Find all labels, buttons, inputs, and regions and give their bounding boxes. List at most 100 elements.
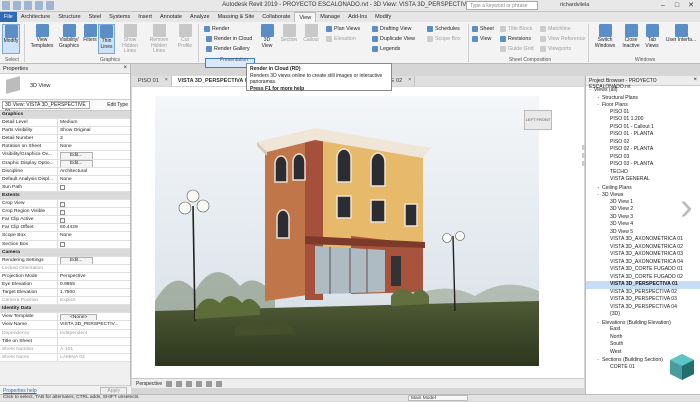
modify-button[interactable]: Modify bbox=[2, 24, 20, 54]
menu-tab-analyze[interactable]: Analyze bbox=[186, 12, 214, 22]
schedules-button[interactable]: Schedules bbox=[427, 26, 460, 32]
property-edit-button[interactable]: Edit... bbox=[60, 151, 93, 159]
tab-views-button[interactable]: Tab Views bbox=[643, 24, 661, 49]
user-interface-button[interactable]: User Interfa... bbox=[664, 24, 698, 44]
property-value[interactable]: 60.4429 bbox=[58, 224, 130, 231]
property-value[interactable]: Edit... bbox=[58, 151, 130, 159]
browser-tree-item[interactable]: − Floor Plans bbox=[586, 101, 700, 109]
close-icon[interactable]: × bbox=[693, 77, 697, 83]
property-value[interactable]: Architectural bbox=[58, 168, 130, 175]
menu-tab-systems[interactable]: Systems bbox=[105, 12, 134, 22]
view-instance-dropdown[interactable]: 3D View: VISTA 3D_PERSPECTIVE 01 bbox=[2, 101, 90, 115]
menu-tab-collaborate[interactable]: Collaborate bbox=[258, 12, 294, 22]
property-value[interactable]: Medium bbox=[58, 119, 130, 126]
property-value[interactable]: Edit... bbox=[58, 160, 130, 167]
user-name[interactable]: richardvilela bbox=[560, 2, 589, 8]
legends-button[interactable]: Legends bbox=[372, 46, 400, 52]
render-dialog-icon[interactable] bbox=[196, 380, 203, 387]
browser-tree-item[interactable]: VISTA 3D_AXONOMETRICA 02 bbox=[586, 244, 700, 252]
cut-profile-button[interactable]: Cut Profile bbox=[174, 24, 196, 49]
property-value[interactable] bbox=[58, 208, 130, 215]
matchline-button[interactable]: Matchline bbox=[540, 26, 571, 32]
property-edit-button[interactable]: <None> bbox=[60, 313, 98, 321]
property-value[interactable]: Edit... bbox=[58, 257, 130, 264]
browser-tree-item[interactable]: PISO 03 - PLANTA bbox=[586, 161, 700, 169]
property-value[interactable] bbox=[58, 241, 130, 248]
property-value[interactable]: 3 bbox=[58, 135, 130, 142]
plan-views-button[interactable]: Plan Views bbox=[326, 26, 360, 32]
property-value[interactable]: <None> bbox=[58, 313, 130, 321]
browser-tree-item[interactable]: East bbox=[586, 326, 700, 334]
shadows-icon[interactable] bbox=[186, 380, 193, 387]
property-edit-button[interactable]: Edit... bbox=[60, 160, 93, 167]
browser-tree-item[interactable]: PISO 01 - PLANTA bbox=[586, 131, 700, 139]
browser-tree-item[interactable]: PISO 02 bbox=[586, 139, 700, 147]
browser-tree-item[interactable]: VISTA 3D_PERSPECTIVA 03 bbox=[586, 296, 700, 304]
crop-view-icon[interactable] bbox=[206, 380, 213, 387]
menu-tab-massing-site[interactable]: Massing & Site bbox=[214, 12, 259, 22]
property-value[interactable]: VISTA 3D_PERSPECTIV... bbox=[58, 321, 130, 328]
property-value[interactable] bbox=[58, 265, 130, 272]
callout-button[interactable]: Callout bbox=[301, 24, 321, 44]
browser-tree-item[interactable]: North bbox=[586, 334, 700, 342]
browser-tree-item[interactable]: + Structural Plans bbox=[586, 94, 700, 102]
edit-type-button[interactable]: Edit Type bbox=[107, 102, 128, 108]
render-in-cloud-button[interactable]: Render in Cloud bbox=[206, 36, 252, 42]
view-reference-button[interactable]: View Reference bbox=[540, 36, 585, 42]
property-value[interactable]: Explicit bbox=[58, 297, 130, 304]
property-checkbox[interactable] bbox=[60, 209, 65, 215]
next-arrow-icon[interactable]: › bbox=[680, 182, 694, 232]
switch-windows-button[interactable]: Switch Windows bbox=[592, 24, 618, 49]
menu-tab-modify[interactable]: Modify bbox=[371, 12, 395, 22]
close-icon[interactable]: × bbox=[123, 65, 127, 71]
browser-tree-item[interactable]: PISO 02 - PLANTA bbox=[586, 146, 700, 154]
section-button[interactable]: Section bbox=[279, 24, 299, 44]
drafting-view-button[interactable]: Drafting View bbox=[372, 26, 411, 32]
guide-grid-button[interactable]: Guide Grid bbox=[500, 46, 534, 52]
property-value[interactable] bbox=[58, 200, 130, 207]
revisions-button[interactable]: Revisions bbox=[500, 36, 531, 42]
browser-tree-item[interactable]: PISO 01 1.200 bbox=[586, 116, 700, 124]
property-value[interactable]: LAMINA 02 bbox=[58, 354, 130, 361]
view-tab[interactable]: PISO 01 × bbox=[132, 76, 172, 86]
property-value[interactable]: A-101 bbox=[58, 346, 130, 353]
remove-hidden-lines-button[interactable]: Remove Hidden Lines bbox=[146, 24, 172, 55]
property-edit-button[interactable]: Edit... bbox=[60, 257, 93, 264]
property-section[interactable]: Graphics bbox=[0, 111, 130, 120]
filters-button[interactable]: Filters bbox=[82, 24, 98, 44]
browser-tree-item[interactable]: South bbox=[586, 341, 700, 349]
minimize-icon[interactable]: – bbox=[656, 0, 670, 11]
menu-tab-view[interactable]: View bbox=[294, 12, 317, 22]
main-model-dropdown[interactable]: Main Model bbox=[408, 395, 468, 401]
browser-tree-item[interactable]: VISTA 3D_AXONOMETRICA 04 bbox=[586, 259, 700, 267]
browser-tree-item[interactable]: VISTA 3D_PERSPECTIVA 01 bbox=[586, 281, 700, 289]
browser-tree-item[interactable]: VISTA 3D_CORTE FUGADO 02 bbox=[586, 274, 700, 282]
browser-tree-item[interactable]: PISO 03 bbox=[586, 154, 700, 162]
property-value[interactable]: None bbox=[58, 176, 130, 183]
close-tab-icon[interactable]: × bbox=[165, 77, 168, 83]
browser-tree-item[interactable]: {3D} bbox=[586, 311, 700, 319]
render-button[interactable]: Render bbox=[204, 26, 229, 32]
title-block-button[interactable]: Title Block bbox=[500, 26, 532, 32]
property-value[interactable] bbox=[58, 216, 130, 223]
close-tab-icon[interactable]: × bbox=[408, 77, 411, 83]
menu-tab-steel[interactable]: Steel bbox=[85, 12, 106, 22]
3d-view-button[interactable]: 3D View bbox=[258, 24, 276, 49]
browser-tree-item[interactable]: − Elevations (Building Elevation) bbox=[586, 319, 700, 327]
3d-viewport[interactable]: LEFT FRONT bbox=[132, 87, 584, 378]
property-checkbox[interactable] bbox=[60, 242, 65, 247]
view-templates-button[interactable]: View Templates bbox=[30, 24, 54, 49]
sheet-button[interactable]: Sheet bbox=[472, 26, 494, 32]
browser-tree-item[interactable]: TECHO bbox=[586, 169, 700, 177]
menu-tab-add-ins[interactable]: Add-Ins bbox=[344, 12, 371, 22]
browser-tree-item[interactable]: VISTA 3D_CORTE FUGADO 01 bbox=[586, 266, 700, 274]
property-value[interactable]: Show Original bbox=[58, 127, 130, 134]
visual-style-icon[interactable] bbox=[166, 380, 173, 387]
property-value[interactable]: None bbox=[58, 143, 130, 150]
property-section[interactable]: Extents bbox=[0, 191, 130, 201]
property-checkbox[interactable] bbox=[60, 185, 65, 191]
duplicate-view-button[interactable]: Duplicate View bbox=[372, 36, 415, 42]
maximize-icon[interactable]: □ bbox=[670, 0, 684, 11]
scope-box-button[interactable]: Scope Box bbox=[427, 36, 461, 42]
viewports-button[interactable]: Viewports bbox=[540, 46, 571, 52]
